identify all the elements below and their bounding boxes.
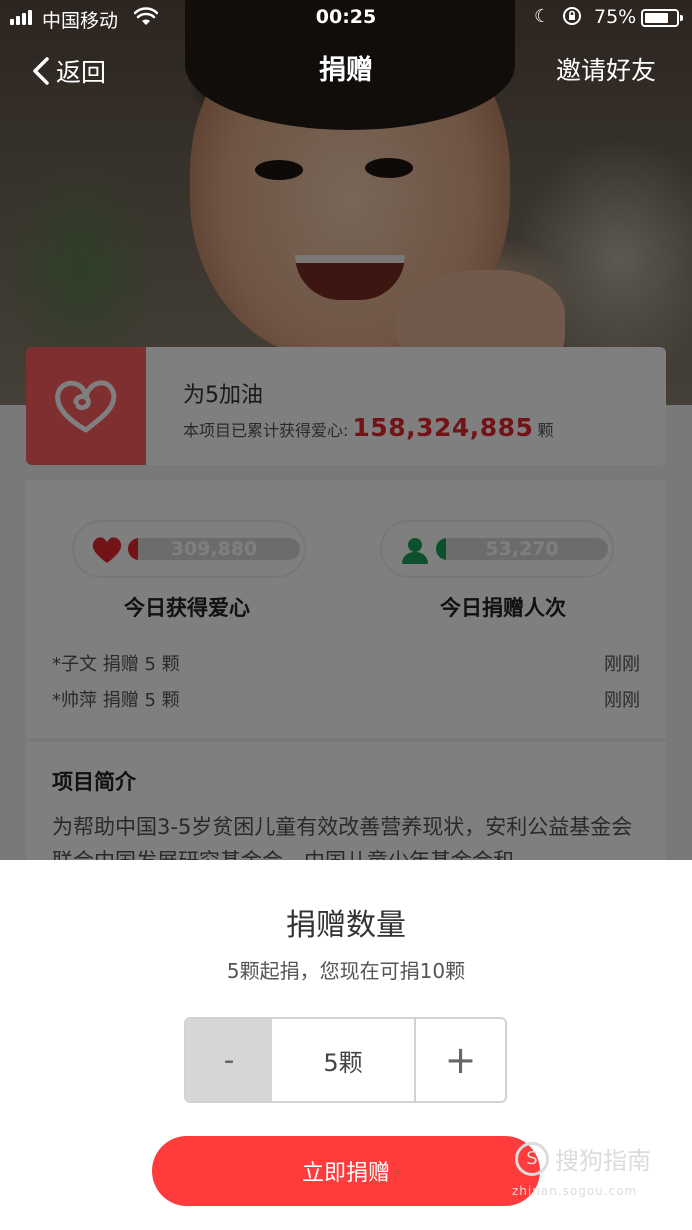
quantity-stepper: - 5颗 + <box>184 1017 507 1103</box>
decrement-button[interactable]: - <box>186 1019 272 1101</box>
status-bar: 中国移动 00:25 ☾ 75% <box>0 0 692 36</box>
quantity-value[interactable]: 5颗 <box>272 1019 414 1101</box>
battery-percent: 75% <box>594 6 637 28</box>
rotation-lock-icon <box>563 7 581 25</box>
watermark-text: 搜狗指南 <box>555 1147 651 1175</box>
modal-backdrop[interactable] <box>0 0 692 860</box>
watermark-logo: S 搜狗指南 <box>515 1141 651 1176</box>
watermark-url: zhinan.sogou.com <box>512 1184 638 1198</box>
battery-level <box>645 13 668 23</box>
clock: 00:25 <box>315 6 377 28</box>
donate-now-button[interactable]: 立即捐赠 <box>152 1136 540 1206</box>
sheet-subtitle: 5颗起捐，您现在可捐10颗 <box>226 959 466 983</box>
battery-icon <box>641 9 683 27</box>
moon-icon: ☾ <box>534 6 551 27</box>
project-page: 为5加油 本项目已累计获得爱心:158,324,885颗 309,880 53,… <box>0 0 692 860</box>
watermark-glyph: S <box>515 1141 549 1176</box>
sheet-title: 捐赠数量 <box>286 908 406 943</box>
invite-friends-button[interactable]: 邀请好友 <box>556 52 656 90</box>
increment-button[interactable]: + <box>414 1019 505 1101</box>
